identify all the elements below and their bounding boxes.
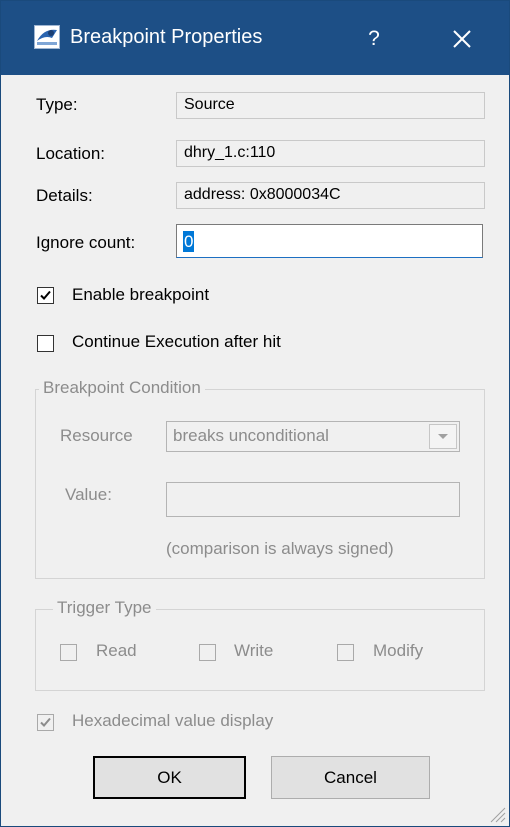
- trigger-type-title: Trigger Type: [53, 598, 156, 618]
- write-label: Write: [234, 641, 274, 660]
- details-field: address: 0x8000034C: [176, 182, 485, 209]
- continue-execution-label[interactable]: Continue Execution after hit: [72, 332, 281, 352]
- hexadecimal-display-checkbox[interactable]: [37, 714, 54, 731]
- ignore-count-label: Ignore count:: [36, 233, 136, 252]
- ignore-count-value: 0: [183, 231, 195, 252]
- help-button[interactable]: ?: [349, 15, 399, 63]
- app-icon: [34, 25, 60, 49]
- checkmark-icon: [40, 717, 51, 727]
- resize-grip-icon[interactable]: [486, 803, 506, 823]
- breakpoint-condition-title: Breakpoint Condition: [39, 378, 205, 398]
- checkmark-icon: [40, 290, 51, 300]
- breakpoint-properties-dialog: Breakpoint Properties ? Type: Source Loc…: [0, 0, 510, 827]
- resource-dropdown[interactable]: breaks unconditional: [166, 421, 460, 452]
- dropdown-arrow-button[interactable]: [429, 424, 457, 449]
- type-label: Type:: [36, 95, 78, 114]
- ignore-count-input[interactable]: 0: [176, 224, 483, 258]
- modify-checkbox[interactable]: [337, 644, 354, 661]
- details-label: Details:: [36, 186, 93, 205]
- value-input[interactable]: [166, 482, 460, 517]
- enable-breakpoint-label[interactable]: Enable breakpoint: [72, 285, 209, 305]
- read-label: Read: [96, 641, 137, 660]
- enable-breakpoint-checkbox[interactable]: [37, 287, 54, 304]
- value-label: Value:: [65, 485, 112, 504]
- resource-value: breaks unconditional: [173, 426, 329, 445]
- close-icon[interactable]: [437, 15, 487, 63]
- resource-label: Resource: [60, 426, 133, 445]
- comparison-note: (comparison is always signed): [166, 539, 394, 558]
- continue-execution-checkbox[interactable]: [37, 335, 54, 352]
- location-label: Location:: [36, 144, 105, 163]
- window-title: Breakpoint Properties: [70, 26, 263, 48]
- ok-button[interactable]: OK: [93, 756, 246, 799]
- write-checkbox[interactable]: [199, 644, 216, 661]
- title-bar[interactable]: Breakpoint Properties ?: [1, 1, 509, 75]
- read-checkbox[interactable]: [60, 644, 77, 661]
- chevron-down-icon: [438, 434, 448, 439]
- type-field: Source: [176, 92, 485, 119]
- hexadecimal-display-label: Hexadecimal value display: [72, 711, 274, 730]
- modify-label: Modify: [373, 641, 424, 660]
- cancel-button[interactable]: Cancel: [271, 756, 430, 799]
- location-field: dhry_1.c:110: [176, 140, 485, 167]
